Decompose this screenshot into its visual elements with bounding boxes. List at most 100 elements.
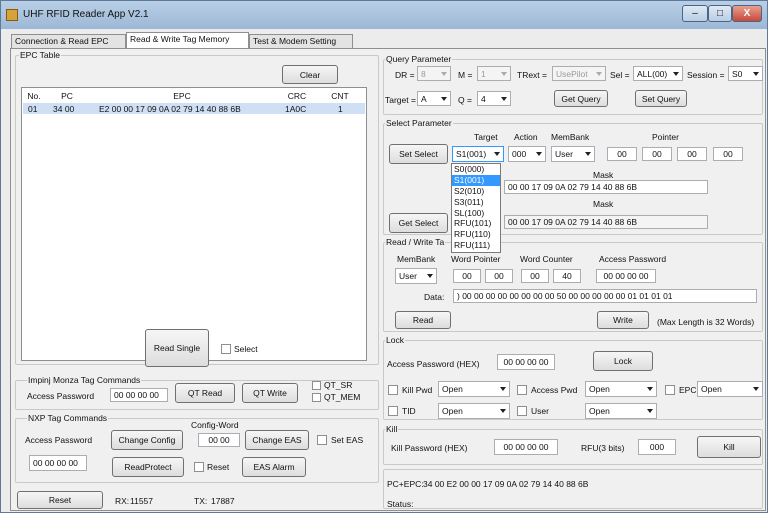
nxp-access-input[interactable]: 00 00 00 00 [29,455,87,471]
q-combo[interactable]: 4 [477,91,511,106]
dr-combo[interactable]: 8 [417,66,451,81]
change-eas-button[interactable]: Change EAS [245,430,309,450]
access-pwd-checkbox[interactable] [517,385,527,395]
dropdown-option[interactable]: SL(100) [452,208,500,219]
chevron-down-icon [647,409,653,413]
clear-button[interactable]: Clear [282,65,338,84]
user-checkbox[interactable] [517,406,527,416]
eas-alarm-button[interactable]: EAS Alarm [242,457,306,477]
word-counter-input-2[interactable]: 40 [553,269,581,283]
kill-pwd-combo[interactable]: Open [438,381,510,397]
trext-combo[interactable]: UsePilot [552,66,606,81]
chevron-down-icon [441,71,447,76]
tid-checkbox[interactable] [388,406,398,416]
tx-count: 17887 [211,496,235,506]
data-input[interactable]: ) 00 00 00 00 00 00 00 00 50 00 00 00 00… [453,289,757,303]
sel-combo[interactable]: ALL(00) [633,66,683,81]
epc-table: No. PC EPC CRC CNT 01 34 00 E2 00 00 17 … [21,87,367,361]
dropdown-option[interactable]: S3(011) [452,197,500,208]
dropdown-option[interactable]: RFU(111) [452,240,500,251]
reset-checkbox[interactable] [194,462,204,472]
chevron-down-icon [753,71,759,76]
kill-pwd-input[interactable]: 00 00 00 00 [494,439,558,455]
action-combo[interactable]: 000 [508,146,546,162]
write-button[interactable]: Write [597,311,649,329]
kill-pwd-hex-label: Kill Password (HEX) [391,443,468,453]
minimize-button[interactable]: – [682,5,708,22]
tab-connection[interactable]: Connection & Read EPC [11,34,126,49]
rfu-input[interactable]: 000 [638,439,676,455]
trext-label: TRext = [517,70,547,80]
set-select-button[interactable]: Set Select [389,144,448,164]
dropdown-option[interactable]: S0(000) [452,164,500,175]
access-pwd-combo[interactable]: Open [585,381,657,397]
word-pointer-input-2[interactable]: 00 [485,269,513,283]
tab-test-modem[interactable]: Test & Modem Setting [249,34,353,49]
epc-table-title: EPC Table [19,50,62,60]
m-combo[interactable]: 1 [477,66,511,81]
select-checkbox[interactable] [221,344,231,354]
epc-checkbox[interactable] [665,385,675,395]
lock-button[interactable]: Lock [593,351,653,371]
maximize-button[interactable]: □ [708,5,732,22]
qt-write-button[interactable]: QT Write [242,383,298,403]
table-row[interactable]: 01 34 00 E2 00 00 17 09 0A 02 79 14 40 8… [23,103,365,114]
read-button[interactable]: Read [395,311,451,329]
select-membank-combo[interactable]: User [551,146,595,162]
dropdown-option[interactable]: RFU(110) [452,229,500,240]
set-eas-checkbox[interactable] [317,435,327,445]
target-dropdown-list[interactable]: S0(000) S1(001) S2(010) S3(011) SL(100) … [451,163,501,253]
dropdown-option-selected[interactable]: S1(001) [452,174,500,186]
col-pc: PC [61,91,73,101]
rw-membank-value: User [399,271,417,281]
select-target-combo[interactable]: S1(001) [452,146,504,162]
kill-pwd-checkbox[interactable] [388,385,398,395]
app-icon [6,9,18,21]
result-group [383,469,763,509]
title-bar: UHF RFID Reader App V2.1 – □ X [1,1,767,29]
chevron-down-icon [494,152,500,156]
qt-sr-checkbox[interactable] [312,381,321,390]
pointer-input-4[interactable]: 00 [713,147,743,161]
set-query-button[interactable]: Set Query [635,90,687,107]
target-combo[interactable]: A [417,91,451,106]
change-config-button[interactable]: Change Config [111,430,183,450]
dropdown-option[interactable]: S2(010) [452,186,500,197]
word-counter-input-1[interactable]: 00 [521,269,549,283]
rw-access-input[interactable]: 00 00 00 00 [596,269,656,283]
session-combo[interactable]: S0 [728,66,763,81]
close-button[interactable]: X [732,5,762,22]
data-label: Data: [424,292,445,302]
config-word-input[interactable]: 00 00 [198,433,240,447]
read-single-button[interactable]: Read Single [145,329,209,367]
get-query-button[interactable]: Get Query [554,90,608,107]
trext-value: UsePilot [556,68,588,79]
kill-button[interactable]: Kill [697,436,761,458]
mask-input[interactable]: 00 00 17 09 0A 02 79 14 40 88 6B [504,180,708,194]
pointer-input-2[interactable]: 00 [642,147,672,161]
user-combo[interactable]: Open [585,403,657,419]
lock-title: Lock [385,335,405,345]
pointer-input-3[interactable]: 00 [677,147,707,161]
pointer-input-1[interactable]: 00 [607,147,637,161]
lock-access-input[interactable]: 00 00 00 00 [497,354,555,370]
action-col-label: Action [514,132,538,142]
tab-read-write[interactable]: Read & Write Tag Memory [126,32,249,49]
qt-mem-checkbox[interactable] [312,393,321,402]
rw-access-label: Access Password [599,254,667,264]
epc-lock-combo[interactable]: Open [697,381,763,397]
chevron-down-icon [647,387,653,391]
rw-membank-combo[interactable]: User [395,268,437,284]
chevron-down-icon [500,409,506,413]
tab-panel: EPC Table Clear No. PC EPC CRC CNT 01 34… [10,48,766,511]
word-pointer-input-1[interactable]: 00 [453,269,481,283]
tid-combo[interactable]: Open [438,403,510,419]
q-label: Q = [458,95,472,105]
read-protect-button[interactable]: ReadProtect [112,457,184,477]
m-label: M = [458,70,473,80]
reset-button[interactable]: Reset [17,491,103,509]
qt-read-button[interactable]: QT Read [175,383,235,403]
dropdown-option[interactable]: RFU(101) [452,218,500,229]
get-select-button[interactable]: Get Select [389,213,448,233]
impinj-access-input[interactable]: 00 00 00 00 [110,388,168,402]
